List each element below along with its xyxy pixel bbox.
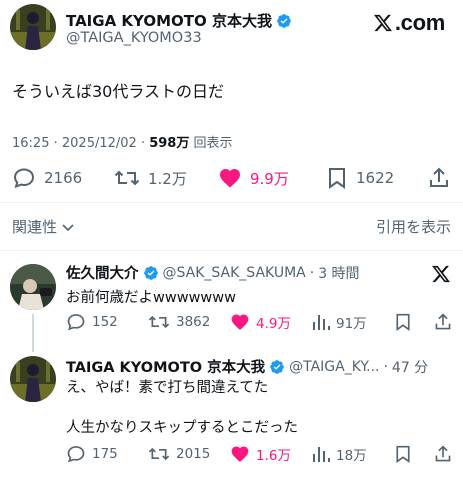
view-quotes-link[interactable]: 引用を表示 <box>376 216 451 237</box>
reply-header: TAIGA KYOMOTO 京本大我 @TAIGA_KY... · 47 分 <box>66 356 428 377</box>
views-chart-icon <box>313 447 330 462</box>
share-button[interactable] <box>434 444 452 464</box>
bookmark-button[interactable] <box>394 444 412 464</box>
post-date[interactable]: 2025/12/02 <box>62 136 137 151</box>
views-chart-icon <box>313 315 330 330</box>
reply-header: 佐久間大介 @SAK_SAK_SAKUMA · 3 時間 <box>66 262 360 283</box>
heart-filled-icon <box>231 446 249 462</box>
bookmark-count: 1622 <box>356 169 395 187</box>
heart-filled-icon <box>231 314 249 330</box>
views-count: 91万 <box>336 316 367 332</box>
share-button[interactable] <box>428 166 450 190</box>
reply-icon <box>67 446 85 463</box>
share-icon <box>435 313 451 330</box>
reply-age[interactable]: 47 分 <box>392 357 428 377</box>
post-text: そういえば30代ラストの日だ <box>12 82 225 101</box>
x-icon <box>373 14 392 32</box>
main-author-name[interactable]: TAIGA KYOMOTO 京本大我 <box>66 10 292 31</box>
main-display-name[interactable]: TAIGA KYOMOTO 京本大我 <box>66 10 272 31</box>
bookmark-icon <box>329 168 345 189</box>
post-actions: 2166 1.2万 9.9万 1622 <box>0 162 463 196</box>
x-logo: .com <box>373 10 445 36</box>
chevron-down-icon <box>62 223 74 231</box>
thread-line <box>32 314 34 352</box>
verified-badge-icon <box>270 359 284 374</box>
share-button[interactable] <box>434 312 452 332</box>
like-button[interactable]: 1.6万 <box>230 444 291 464</box>
x-icon-small <box>431 264 451 288</box>
bookmark-icon <box>396 313 410 331</box>
main-handle[interactable]: @TAIGA_KYOMO33 <box>66 30 202 46</box>
reply-text-line-2: 人生かなりスキップするとこだった <box>66 420 298 436</box>
x-icon <box>432 265 451 283</box>
sort-dropdown[interactable]: 関連性 <box>12 216 75 237</box>
sort-label: 関連性 <box>12 218 58 236</box>
post-time[interactable]: 16:25 <box>12 136 49 151</box>
reply-button[interactable]: 152 <box>66 312 118 332</box>
share-icon <box>430 167 448 187</box>
reply-handle[interactable]: @SAK_SAK_SAKUMA <box>163 265 306 281</box>
reply-text: お前何歳だよwwwwwww <box>66 290 237 306</box>
repost-count: 3862 <box>176 314 211 330</box>
repost-button[interactable]: 3862 <box>148 312 210 332</box>
reply-avatar[interactable] <box>10 264 56 310</box>
like-button[interactable]: 4.9万 <box>230 312 291 332</box>
divider <box>0 250 463 251</box>
like-count: 4.9万 <box>256 316 291 332</box>
reply-icon <box>67 314 85 331</box>
x-com-label: .com <box>394 10 445 35</box>
reply-count: 175 <box>92 446 118 462</box>
reply-count: 2166 <box>44 169 83 187</box>
reply-display-name[interactable]: 佐久間大介 <box>66 262 139 283</box>
verified-badge-icon <box>143 265 158 280</box>
views-count: 18万 <box>336 448 367 464</box>
reply-button[interactable]: 2166 <box>12 166 82 190</box>
views-label: 回表示 <box>193 136 233 151</box>
repost-icon <box>114 170 140 186</box>
post-meta: 16:25 · 2025/12/02 · 598万 回表示 <box>12 136 233 151</box>
views-button[interactable]: 91万 <box>312 312 367 332</box>
views-button[interactable]: 18万 <box>312 444 367 464</box>
bookmark-button[interactable]: 1622 <box>326 166 394 190</box>
divider <box>0 202 463 203</box>
main-avatar[interactable] <box>10 4 56 50</box>
verified-badge-icon <box>277 13 291 28</box>
heart-filled-icon <box>220 169 240 188</box>
reply-count: 152 <box>92 314 118 330</box>
like-button[interactable]: 9.9万 <box>218 166 289 190</box>
like-count: 1.6万 <box>256 448 291 464</box>
views-count: 598万 <box>149 136 190 151</box>
bookmark-icon <box>396 445 410 463</box>
repost-button[interactable]: 2015 <box>148 444 210 464</box>
reply-button[interactable]: 175 <box>66 444 118 464</box>
share-icon <box>435 445 451 462</box>
reply-avatar[interactable] <box>10 356 56 402</box>
reply-icon <box>13 168 35 189</box>
reply-age[interactable]: 3 時間 <box>318 263 359 283</box>
bookmark-button[interactable] <box>394 312 412 332</box>
like-count: 9.9万 <box>250 169 289 188</box>
repost-icon <box>148 315 170 329</box>
reply-text-line-1: え、やば！素で打ち間違えてた <box>66 380 269 396</box>
repost-count: 1.2万 <box>148 169 187 188</box>
reply-handle[interactable]: @TAIGA_KY... <box>289 359 379 375</box>
reply-display-name[interactable]: TAIGA KYOMOTO 京本大我 <box>66 356 265 377</box>
repost-count: 2015 <box>176 446 211 462</box>
repost-button[interactable]: 1.2万 <box>114 166 187 190</box>
repost-icon <box>148 447 170 461</box>
